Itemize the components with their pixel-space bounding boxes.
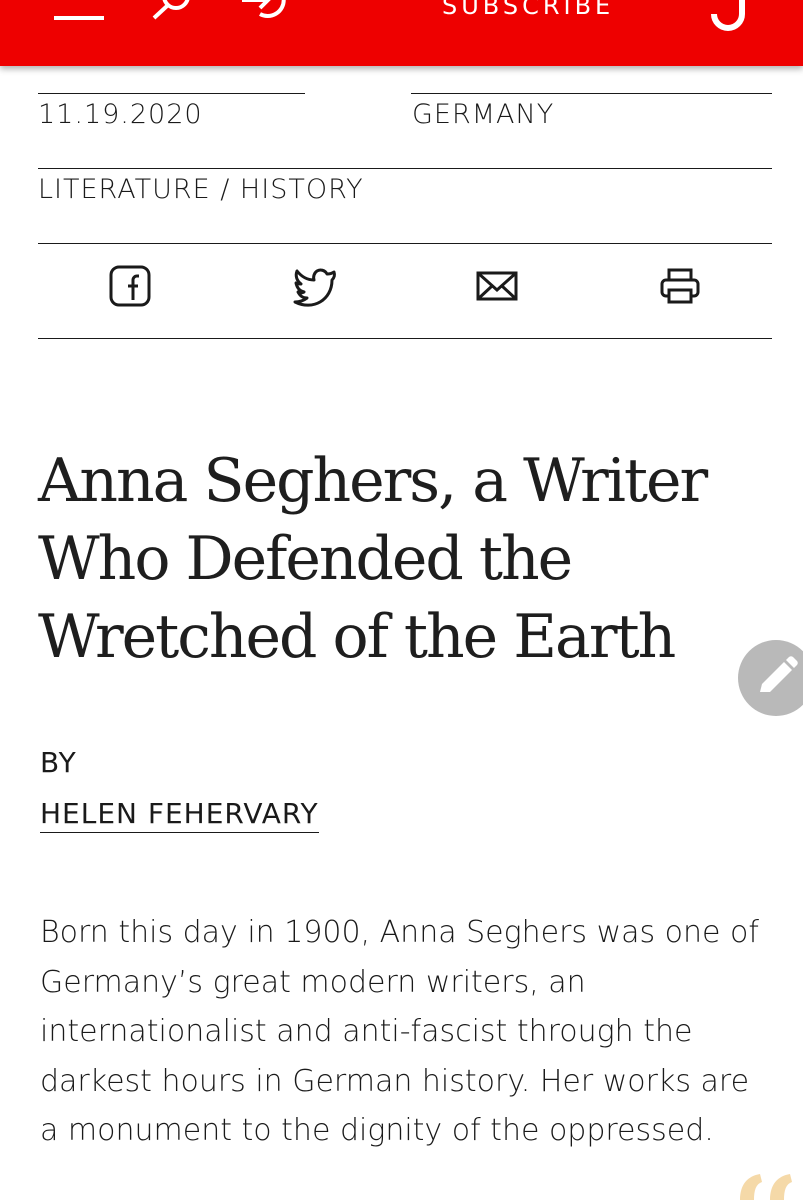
divider bbox=[411, 93, 772, 94]
article-title: Anna Seghers, a Writer Who Defended the … bbox=[38, 446, 708, 672]
sign-in-icon[interactable] bbox=[238, 0, 290, 24]
byline-label: BY bbox=[40, 746, 77, 779]
byline: HELEN FEHERVARY bbox=[40, 796, 319, 833]
edit-button[interactable] bbox=[738, 640, 803, 716]
top-nav-bar: SUBSCRIBE bbox=[0, 0, 803, 66]
floating-widget-icon[interactable] bbox=[734, 1166, 803, 1200]
divider bbox=[38, 243, 772, 244]
twitter-icon[interactable] bbox=[292, 264, 338, 308]
divider bbox=[38, 168, 772, 169]
print-icon[interactable] bbox=[658, 264, 702, 308]
menu-icon[interactable] bbox=[52, 0, 108, 24]
site-logo[interactable] bbox=[704, 0, 760, 40]
article-location[interactable]: GERMANY bbox=[412, 98, 554, 132]
pencil-icon bbox=[760, 656, 798, 692]
mail-icon[interactable] bbox=[475, 264, 519, 308]
divider bbox=[38, 93, 305, 94]
article-categories[interactable]: LITERATURE / HISTORY bbox=[38, 173, 364, 207]
search-icon[interactable] bbox=[148, 0, 198, 24]
facebook-icon[interactable] bbox=[108, 264, 152, 308]
subscribe-link[interactable]: SUBSCRIBE bbox=[442, 0, 614, 20]
author-link[interactable]: HELEN FEHERVARY bbox=[40, 797, 319, 833]
article-date: 11.19.2020 bbox=[38, 99, 203, 130]
divider bbox=[38, 338, 772, 339]
article-dek: Born this day in 1900, Anna Seghers was … bbox=[40, 915, 759, 1148]
